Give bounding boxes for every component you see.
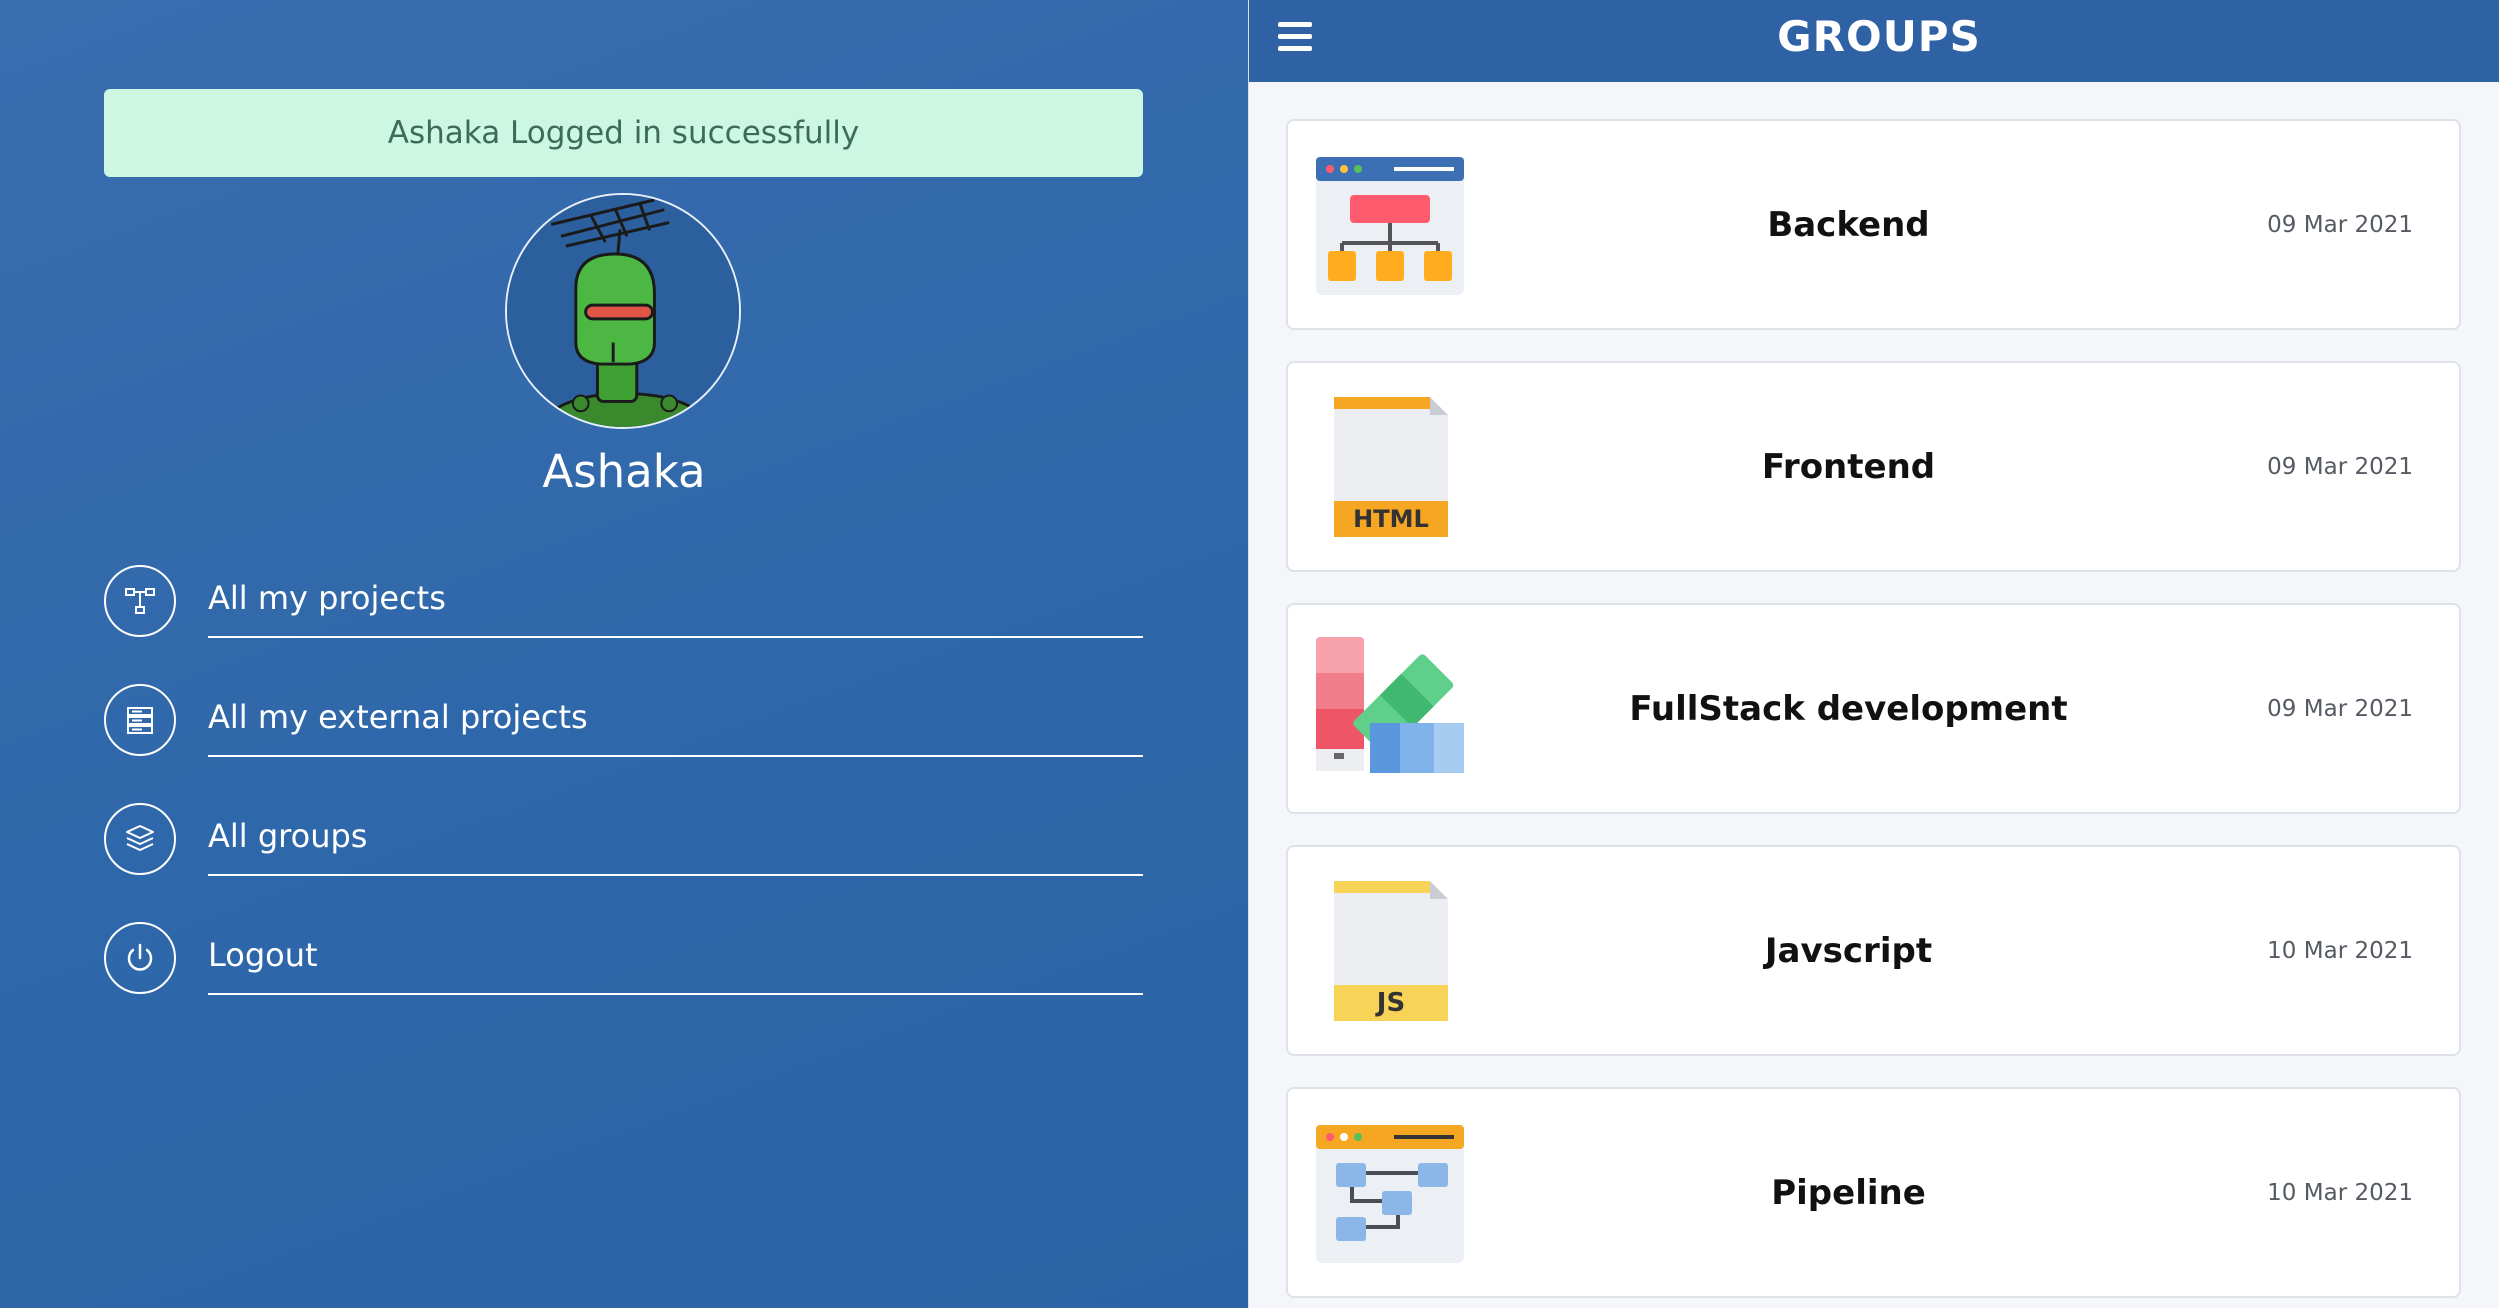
app-root: Ashaka Logged in successfully Ashaka All… (0, 0, 2499, 1308)
menu-item-logout[interactable]: Logout (104, 918, 1143, 1037)
js-file-label: JS (1376, 988, 1406, 1018)
group-name: Javscript (1764, 930, 1933, 971)
menu-divider (208, 993, 1143, 995)
group-name: FullStack development (1629, 688, 2068, 729)
menu-divider (208, 755, 1143, 757)
server-list-icon (104, 684, 176, 756)
group-date: 10 Mar 2021 (2267, 937, 2413, 964)
login-success-toast: Ashaka Logged in successfully (104, 89, 1143, 177)
menu-item-label: All my projects (208, 579, 446, 617)
palette-swatches-icon (1314, 635, 1466, 783)
page-title: GROUPS (1777, 12, 1981, 61)
group-date: 10 Mar 2021 (2267, 1179, 2413, 1206)
pipeline-window-icon (1314, 1119, 1466, 1267)
groups-panel: GROUPS Backend 09 Mar 2021 HTML Frontend… (1248, 0, 2499, 1308)
menu-item-label: All my external projects (208, 698, 588, 736)
sidebar: Ashaka Logged in successfully Ashaka All… (0, 0, 1248, 1308)
menu-item-external-projects[interactable]: All my external projects (104, 680, 1143, 799)
robot-avatar-icon (505, 193, 741, 429)
menu-divider (208, 874, 1143, 876)
html-file-icon: HTML (1314, 393, 1466, 541)
group-card-frontend[interactable]: HTML Frontend 09 Mar 2021 (1286, 361, 2461, 572)
group-list: Backend 09 Mar 2021 HTML Frontend 09 Mar… (1286, 119, 2461, 1308)
hierarchy-icon (104, 565, 176, 637)
menu-item-label: All groups (208, 817, 368, 855)
top-bar: GROUPS (1249, 0, 2499, 82)
menu-item-all-groups[interactable]: All groups (104, 799, 1143, 918)
menu-divider (208, 636, 1143, 638)
group-name: Pipeline (1771, 1172, 1926, 1213)
group-card-javscript[interactable]: JS Javscript 10 Mar 2021 (1286, 845, 2461, 1056)
group-name: Frontend (1761, 446, 1936, 487)
html-file-label: HTML (1353, 505, 1429, 533)
group-card-backend[interactable]: Backend 09 Mar 2021 (1286, 119, 2461, 330)
menu-item-label: Logout (208, 936, 318, 974)
sidebar-menu: All my projects All my external projects (104, 561, 1143, 1037)
menu-item-all-projects[interactable]: All my projects (104, 561, 1143, 680)
power-icon (104, 922, 176, 994)
js-file-icon: JS (1314, 877, 1466, 1025)
group-date: 09 Mar 2021 (2267, 453, 2413, 480)
group-name: Backend (1767, 204, 1930, 245)
group-card-pipeline[interactable]: Pipeline 10 Mar 2021 (1286, 1087, 2461, 1298)
group-date: 09 Mar 2021 (2267, 695, 2413, 722)
sitemap-window-icon (1314, 151, 1466, 299)
group-card-fullstack[interactable]: FullStack development 09 Mar 2021 (1286, 603, 2461, 814)
profile-name: Ashaka (542, 445, 706, 498)
layers-icon (104, 803, 176, 875)
group-date: 09 Mar 2021 (2267, 211, 2413, 238)
